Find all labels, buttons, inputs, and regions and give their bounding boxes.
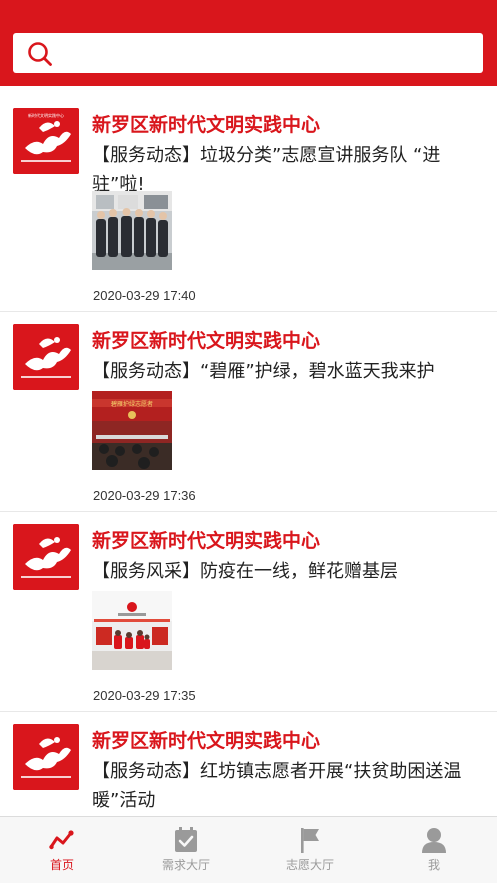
item-time: 2020-03-29 17:35: [93, 688, 196, 703]
trend-icon: [49, 830, 74, 850]
item-thumbnail[interactable]: [92, 591, 172, 670]
tab-me[interactable]: 我: [372, 817, 496, 883]
org-logo: [13, 524, 79, 590]
top-bar: [0, 0, 497, 86]
news-feed[interactable]: 新时代文明实践中心 新罗区新时代文明实践中心 【服务动态】垃圾分类”志愿宣讲服务…: [0, 86, 497, 816]
list-item[interactable]: 新罗区新时代文明实践中心 【服务风采】防疫在一线，鲜花赠基层 2020-03-2…: [0, 512, 497, 712]
item-title[interactable]: 【服务动态】“碧雁”护绿，碧水蓝天我来护: [92, 357, 484, 386]
tab-bar: 首页 需求大厅 志愿大厅 我: [0, 816, 497, 883]
tab-demand-hall[interactable]: 需求大厅: [124, 817, 248, 883]
tab-label: 需求大厅: [161, 858, 210, 872]
list-item[interactable]: 新时代文明实践中心 新罗区新时代文明实践中心 【服务动态】垃圾分类”志愿宣讲服务…: [0, 96, 497, 312]
item-time: 2020-03-29 17:36: [93, 488, 196, 503]
flag-icon: [301, 828, 319, 853]
list-item[interactable]: 新罗区新时代文明实践中心 【服务动态】红坊镇志愿者开展“扶贫助困送温暖”活动: [0, 712, 497, 816]
user-icon: [422, 828, 446, 853]
checklist-icon: [175, 827, 197, 852]
tab-label: 我: [427, 858, 440, 872]
org-logo: [13, 324, 79, 390]
item-title[interactable]: 【服务动态】红坊镇志愿者开展“扶贫助困送温暖”活动: [92, 757, 484, 815]
list-item[interactable]: 新罗区新时代文明实践中心 【服务动态】“碧雁”护绿，碧水蓝天我来护 碧雁护绿志愿…: [0, 312, 497, 512]
svg-text:新时代文明实践中心: 新时代文明实践中心: [28, 112, 64, 118]
org-name[interactable]: 新罗区新时代文明实践中心: [92, 326, 320, 353]
tab-label: 志愿大厅: [285, 858, 334, 872]
org-logo: [13, 724, 79, 790]
org-name[interactable]: 新罗区新时代文明实践中心: [92, 526, 320, 553]
item-title[interactable]: 【服务风采】防疫在一线，鲜花赠基层: [92, 557, 484, 586]
tab-label: 首页: [49, 858, 74, 872]
item-thumbnail[interactable]: 碧雁护绿志愿者: [92, 391, 172, 470]
tab-volunteer-hall[interactable]: 志愿大厅: [248, 817, 372, 883]
org-name[interactable]: 新罗区新时代文明实践中心: [92, 110, 320, 137]
org-logo: 新时代文明实践中心: [13, 108, 79, 174]
item-time: 2020-03-29 17:40: [93, 288, 196, 303]
search-input[interactable]: [13, 33, 483, 73]
tab-home[interactable]: 首页: [0, 817, 124, 883]
svg-text:碧雁护绿志愿者: 碧雁护绿志愿者: [111, 400, 153, 408]
item-thumbnail[interactable]: [92, 191, 172, 270]
org-name[interactable]: 新罗区新时代文明实践中心: [92, 726, 320, 753]
search-icon: [28, 42, 52, 66]
